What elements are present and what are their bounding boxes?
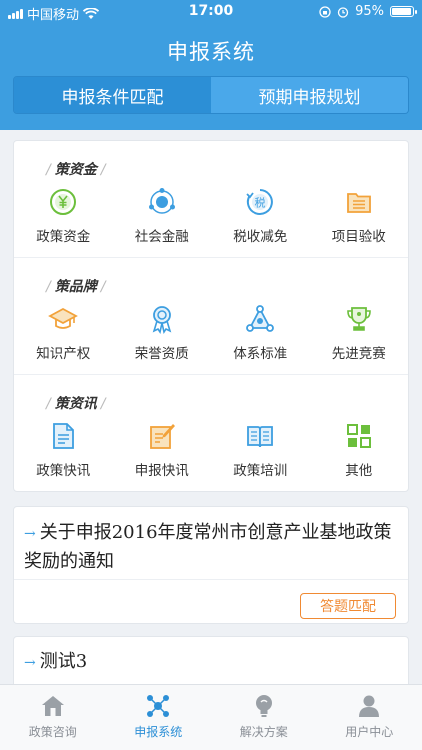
tab-label: 政策咨询 [28,725,77,739]
yen-coin-icon [50,189,77,215]
item-label: 知识产权 [36,346,91,362]
graduation-cap-icon [48,307,79,329]
item-social-finance[interactable]: 社会金融 [113,187,212,245]
folder-list-icon [346,193,371,213]
item-project-acceptance[interactable]: 项目验收 [310,187,409,245]
section-funds: / 策资金 / 政策资金 社会金融 税 税收减免 项目验收 [14,141,408,258]
segmented-control: 申报条件匹配 预期申报规划 [13,76,409,114]
alarm-icon [337,6,349,18]
tab-match-conditions[interactable]: 申报条件匹配 [14,77,211,113]
item-label: 先进竞赛 [331,346,386,362]
item-label: 政策培训 [233,463,288,479]
item-label: 政策资金 [36,229,91,245]
edit-note-icon [149,424,175,449]
tab-label: 解决方案 [239,725,288,739]
item-policy-training[interactable]: 政策培训 [211,421,310,479]
item-label: 申报快讯 [134,463,189,479]
tab-label: 申报系统 [134,725,183,739]
grid-apps-icon [346,424,371,448]
tab-planning[interactable]: 预期申报规划 [211,77,408,113]
chevron-right-icon: → [24,655,36,671]
item-label: 荣誉资质 [134,346,189,362]
trophy-icon [346,307,371,331]
category-card: / 策资金 / 政策资金 社会金融 税 税收减免 项目验收 / 策品牌 / 知识… [13,140,409,492]
battery-icon [390,6,417,17]
app-header: 申报系统 申报条件匹配 预期申报规划 [0,24,422,130]
open-book-icon [247,426,274,448]
news-title: 测试3 [39,651,88,672]
section-title: 策资讯 [54,396,97,412]
tab-policy-consult[interactable]: 政策咨询 [0,685,106,750]
item-label: 政策快讯 [36,463,91,479]
network-icon [148,188,175,214]
section-brand: / 策品牌 / 知识产权 荣誉资质 体系标准 先进竞赛 [14,258,408,375]
section-title: 策资金 [54,162,97,178]
svg-text:税: 税 [255,196,266,210]
home-icon [41,696,64,716]
item-ip[interactable]: 知识产权 [14,304,113,362]
tab-user-center[interactable]: 用户中心 [317,685,422,750]
triangle-nodes-icon [246,305,275,332]
chevron-right-icon: → [24,526,36,542]
item-label: 项目验收 [331,229,386,245]
item-label: 其他 [345,463,373,479]
divider [14,579,408,580]
item-declaration-news[interactable]: 申报快讯 [113,421,212,479]
section-title: 策品牌 [54,279,97,295]
status-bar: 中国移动 17:00 95% [0,0,422,24]
item-label: 税收减免 [233,229,288,245]
item-tax-relief[interactable]: 税 税收减免 [211,187,310,245]
item-label: 社会金融 [134,229,189,245]
document-icon [53,423,75,449]
hub-icon [147,695,170,717]
item-standards[interactable]: 体系标准 [211,304,310,362]
item-honors[interactable]: 荣誉资质 [113,304,212,362]
page-title: 申报系统 [167,40,255,64]
tab-solutions[interactable]: 解决方案 [211,685,317,750]
item-policy-funds[interactable]: 政策资金 [14,187,113,245]
item-other[interactable]: 其他 [310,421,409,479]
item-label: 体系标准 [233,346,288,362]
battery-percent: 95% [355,4,384,19]
news-title: 关于申报2016年度常州市创意产业基地政策奖励的通知 [24,522,392,572]
bottom-tab-bar: 政策咨询 申报系统 解决方案 用户中心 [0,684,422,750]
news-card[interactable]: → 关于申报2016年度常州市创意产业基地政策奖励的通知 答题匹配 [13,506,409,624]
lightbulb-icon [255,695,272,717]
award-ribbon-icon [152,306,172,334]
answer-match-button[interactable]: 答题匹配 [300,593,396,619]
tab-declaration-system[interactable]: 申报系统 [106,685,212,750]
user-icon [359,695,380,717]
item-policy-news[interactable]: 政策快讯 [14,421,113,479]
orientation-lock-icon [319,5,331,18]
tab-label: 用户中心 [345,725,394,739]
tax-icon: 税 [246,189,274,215]
section-news: / 策资讯 / 政策快讯 申报快讯 政策培训 其他 [14,375,408,492]
item-competition[interactable]: 先进竞赛 [310,304,409,362]
